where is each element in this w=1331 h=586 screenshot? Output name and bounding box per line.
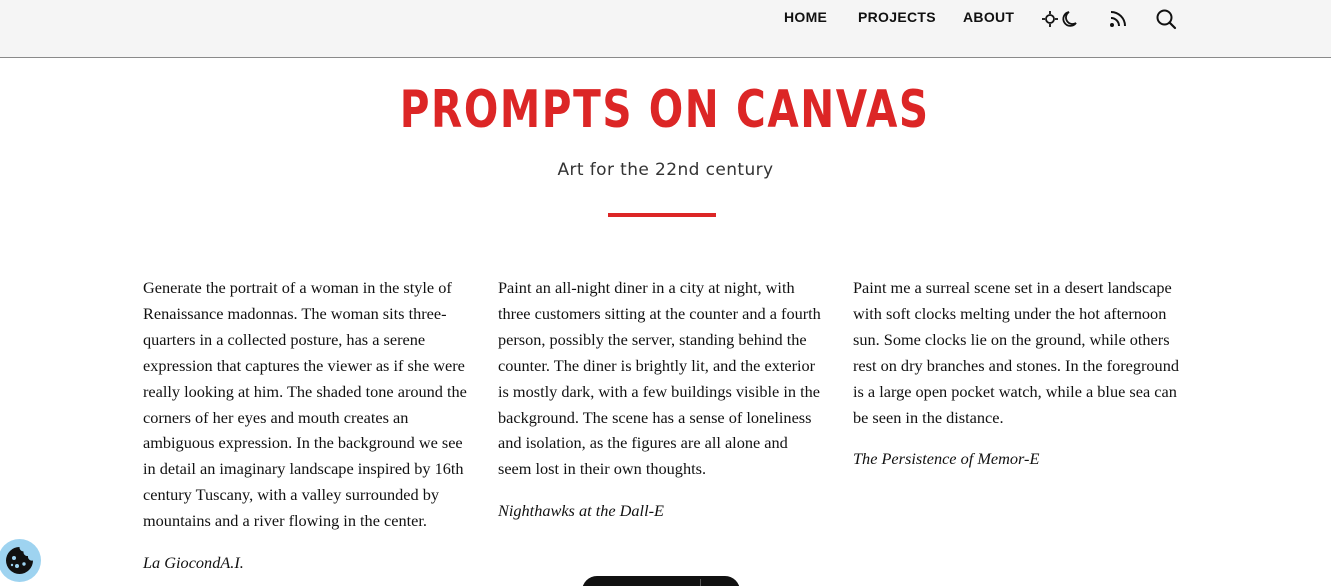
search-icon[interactable]	[1155, 8, 1177, 35]
artwork-card: Generate the portrait of a woman in the …	[143, 275, 469, 576]
card-title[interactable]: La GiocondA.I.	[143, 550, 469, 576]
nav-projects-link[interactable]: PROJECTS	[858, 9, 936, 25]
nav-about-link[interactable]: ABOUT	[963, 9, 1014, 25]
theme-toggle-icon[interactable]	[1042, 8, 1080, 35]
title-divider	[608, 213, 716, 217]
site-title: PROMPTS ON CANVAS	[399, 80, 930, 140]
floating-action-bar[interactable]	[582, 576, 740, 586]
card-title[interactable]: Nighthawks at the Dall-E	[498, 498, 824, 524]
artwork-card: Paint me a surreal scene set in a desert…	[853, 275, 1179, 472]
top-navigation-bar: HOME PROJECTS ABOUT	[0, 0, 1331, 58]
action-bar-divider	[700, 579, 701, 586]
site-subtitle: Art for the 22nd century	[557, 160, 774, 180]
card-prompt-text: Paint me a surreal scene set in a desert…	[853, 278, 1179, 427]
card-title[interactable]: The Persistence of Memor-E	[853, 446, 1179, 472]
nav-home-link[interactable]: HOME	[784, 9, 827, 25]
card-prompt-text: Generate the portrait of a woman in the …	[143, 278, 467, 531]
artwork-card: Paint an all-night diner in a city at ni…	[498, 275, 824, 524]
rss-icon[interactable]	[1108, 8, 1128, 35]
main-nav: HOME PROJECTS ABOUT	[0, 6, 1331, 30]
cookie-settings-button[interactable]	[0, 539, 41, 582]
card-prompt-text: Paint an all-night diner in a city at ni…	[498, 278, 821, 479]
